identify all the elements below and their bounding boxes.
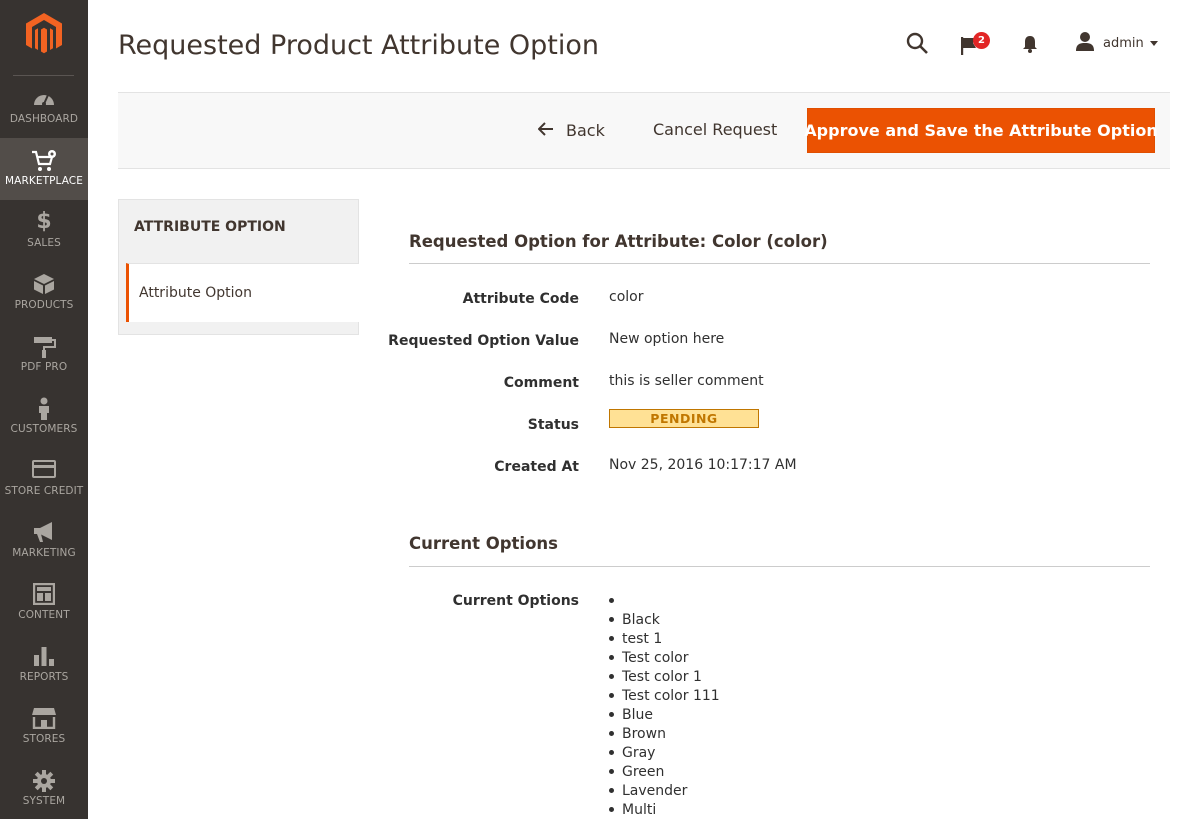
approve-save-button[interactable]: Approve and Save the Attribute Option [804,108,1158,153]
bullet-icon [609,598,614,603]
nav-stores[interactable]: STORES [0,696,88,758]
list-item: Test color [609,648,720,667]
field-label-attribute-code: Attribute Code [462,291,579,307]
back-button-label: Back [566,120,605,140]
nav-label: STORES [22,733,66,745]
nav-marketing[interactable]: MARKETING [0,510,88,572]
nav-label: REPORTS [19,671,69,683]
bullet-icon [609,807,614,812]
nav-label: CONTENT [18,609,70,621]
field-label-comment: Comment [503,375,579,391]
bullet-icon [609,636,614,641]
bullet-icon [609,731,614,736]
nav-content[interactable]: CONTENT [0,572,88,634]
megaphone-icon [0,521,88,543]
nav-label: MARKETPLACE [5,175,83,187]
status-badge: PENDING [609,409,759,428]
cart-gear-icon [0,149,88,171]
page-title: Requested Product Attribute Option [118,30,600,61]
paint-roller-icon [0,335,88,358]
nav-sales[interactable]: $ SALES [0,200,88,262]
bell-icon[interactable] [1021,34,1039,58]
list-item: Brown [609,724,720,743]
arrow-left-icon [537,121,554,140]
current-options-list: Black test 1 Test color Test color 1 Tes… [609,591,720,819]
layout-icon [0,583,88,605]
nav-store-credit[interactable]: STORE CREDIT [0,448,88,510]
dashboard-icon [0,87,88,109]
nav-label: DASHBOARD [9,113,79,125]
dollar-icon: $ [36,209,52,234]
list-item: Test color 1 [609,667,720,686]
admin-sidebar: DASHBOARD MARKETPLACE $ SALES PRODUCTS P… [0,0,88,819]
field-value-requested-option-value: New option here [609,331,725,347]
chevron-down-icon [1149,40,1158,46]
bullet-icon [609,712,614,717]
bullet-icon [609,617,614,622]
bar-chart-icon [0,645,88,667]
nav-label: SYSTEM [22,795,66,807]
list-item: Test color 111 [609,686,720,705]
nav-products[interactable]: PRODUCTS [0,262,88,324]
field-label-status: Status [527,417,579,433]
nav-label: PRODUCTS [14,299,74,311]
magento-logo-icon [26,13,62,54]
cancel-request-button[interactable]: Cancel Request [653,120,777,140]
field-label-current-options: Current Options [452,593,579,609]
bullet-icon [609,674,614,679]
bullet-icon [609,788,614,793]
list-item: Green [609,762,720,781]
field-label-requested-option-value: Requested Option Value [388,333,579,349]
current-options-section-title: Current Options [409,534,558,553]
nav-marketplace[interactable]: MARKETPLACE [0,138,88,200]
tab-attribute-option-label: Attribute Option [139,285,252,301]
gear-icon [0,769,88,792]
nav-label: STORE CREDIT [4,485,84,497]
person-icon [0,397,88,420]
bullet-icon [609,750,614,755]
bullet-icon [609,769,614,774]
nav-pdf-pro[interactable]: PDF PRO [0,324,88,386]
list-item: Lavender [609,781,720,800]
list-item: Gray [609,743,720,762]
user-icon [1075,31,1095,55]
credit-card-icon [0,459,88,481]
admin-username: admin [1103,35,1144,51]
admin-user-menu[interactable]: admin [1075,31,1158,55]
notification-count-badge: 2 [973,32,990,49]
bullet-icon [609,655,614,660]
section-divider [409,263,1150,264]
nav-system[interactable]: SYSTEM [0,758,88,819]
search-icon[interactable] [906,32,928,58]
field-label-created-at: Created At [494,459,579,475]
storefront-icon [0,707,88,729]
list-item: Black [609,610,720,629]
nav-label: MARKETING [12,547,76,559]
nav-customers[interactable]: CUSTOMERS [0,386,88,448]
bullet-icon [609,693,614,698]
section-divider [409,566,1150,567]
field-value-attribute-code: color [609,289,644,305]
tabs-title: ATTRIBUTE OPTION [134,219,286,235]
back-button[interactable]: Back [537,120,605,140]
box-icon [0,273,88,295]
nav-label: PDF PRO [20,361,68,373]
requested-section-title: Requested Option for Attribute: Color (c… [409,232,828,251]
magento-logo[interactable] [0,0,88,75]
list-item [609,591,720,610]
field-value-created-at: Nov 25, 2016 10:17:17 AM [609,457,797,473]
nav-label: SALES [27,237,61,249]
nav-reports[interactable]: REPORTS [0,634,88,696]
field-value-comment: this is seller comment [609,373,764,389]
list-item: Multi [609,800,720,819]
list-item: test 1 [609,629,720,648]
nav-dashboard[interactable]: DASHBOARD [0,76,88,138]
list-item: Blue [609,705,720,724]
nav-label: CUSTOMERS [10,423,78,435]
